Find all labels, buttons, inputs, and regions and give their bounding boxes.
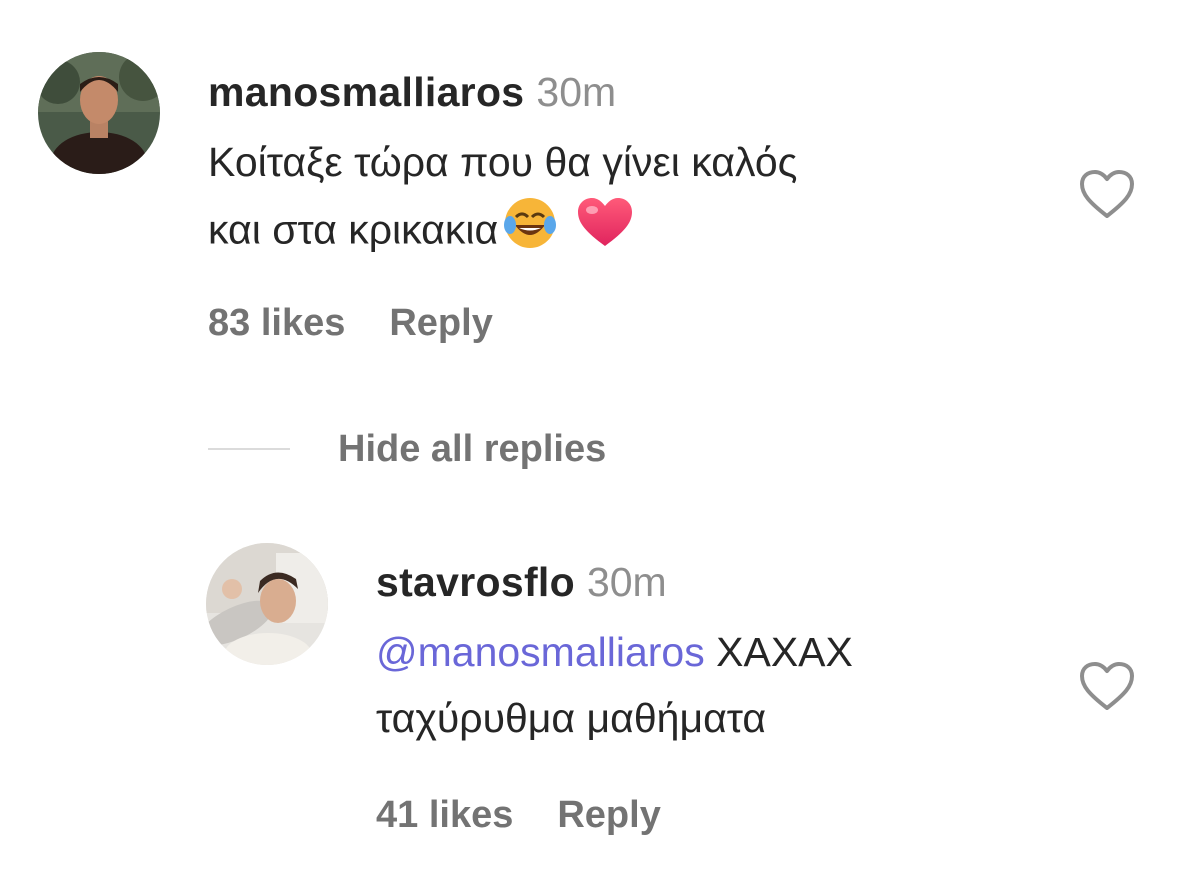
- reply-header: stavrosflo 30m: [376, 558, 667, 606]
- red-heart-icon: [576, 196, 634, 269]
- avatar-stavrosflo[interactable]: [206, 543, 328, 665]
- reply-time[interactable]: 30m: [587, 559, 667, 605]
- reply-text-line1: @manosmalliaros ΧΑΧΑΧ: [376, 620, 853, 685]
- comment-time[interactable]: 30m: [536, 69, 616, 115]
- face-with-tears-of-joy-icon: [502, 195, 558, 270]
- comment-text-line2-wrap: και στα κρικακια: [208, 195, 634, 270]
- reply-username[interactable]: stavrosflo: [376, 559, 575, 605]
- reply-text-rest: ΧΑΧΑΧ: [716, 629, 853, 675]
- comment-likes[interactable]: 83 likes: [208, 302, 345, 344]
- comment-reply-button[interactable]: Reply: [389, 302, 492, 344]
- comment-username[interactable]: manosmalliaros: [208, 69, 524, 115]
- hide-replies-label: Hide all replies: [338, 427, 607, 470]
- comment-text-line2: και στα κρικακια: [208, 206, 499, 253]
- comment-text-line1: Κοίταξε τώρα που θα γίνει καλός: [208, 139, 798, 185]
- hide-replies-toggle[interactable]: Hide all replies: [208, 424, 606, 474]
- like-reply-button[interactable]: [1078, 660, 1136, 717]
- comment-meta: 83 likes Reply: [208, 300, 493, 346]
- reply-likes[interactable]: 41 likes: [376, 794, 513, 836]
- avatar-manosmalliaros[interactable]: [38, 52, 160, 174]
- reply-mention-link[interactable]: @manosmalliaros: [376, 629, 705, 675]
- reply-meta: 41 likes Reply: [376, 792, 661, 838]
- reply-reply-button[interactable]: Reply: [557, 794, 660, 836]
- replies-divider: [208, 448, 290, 450]
- comment-header: manosmalliaros 30m: [208, 68, 616, 116]
- heart-outline-icon: [1080, 170, 1134, 218]
- like-comment-button[interactable]: [1078, 168, 1136, 225]
- heart-outline-icon: [1080, 662, 1134, 710]
- reply-text-line2: ταχύρυθμα μαθήματα: [376, 695, 767, 741]
